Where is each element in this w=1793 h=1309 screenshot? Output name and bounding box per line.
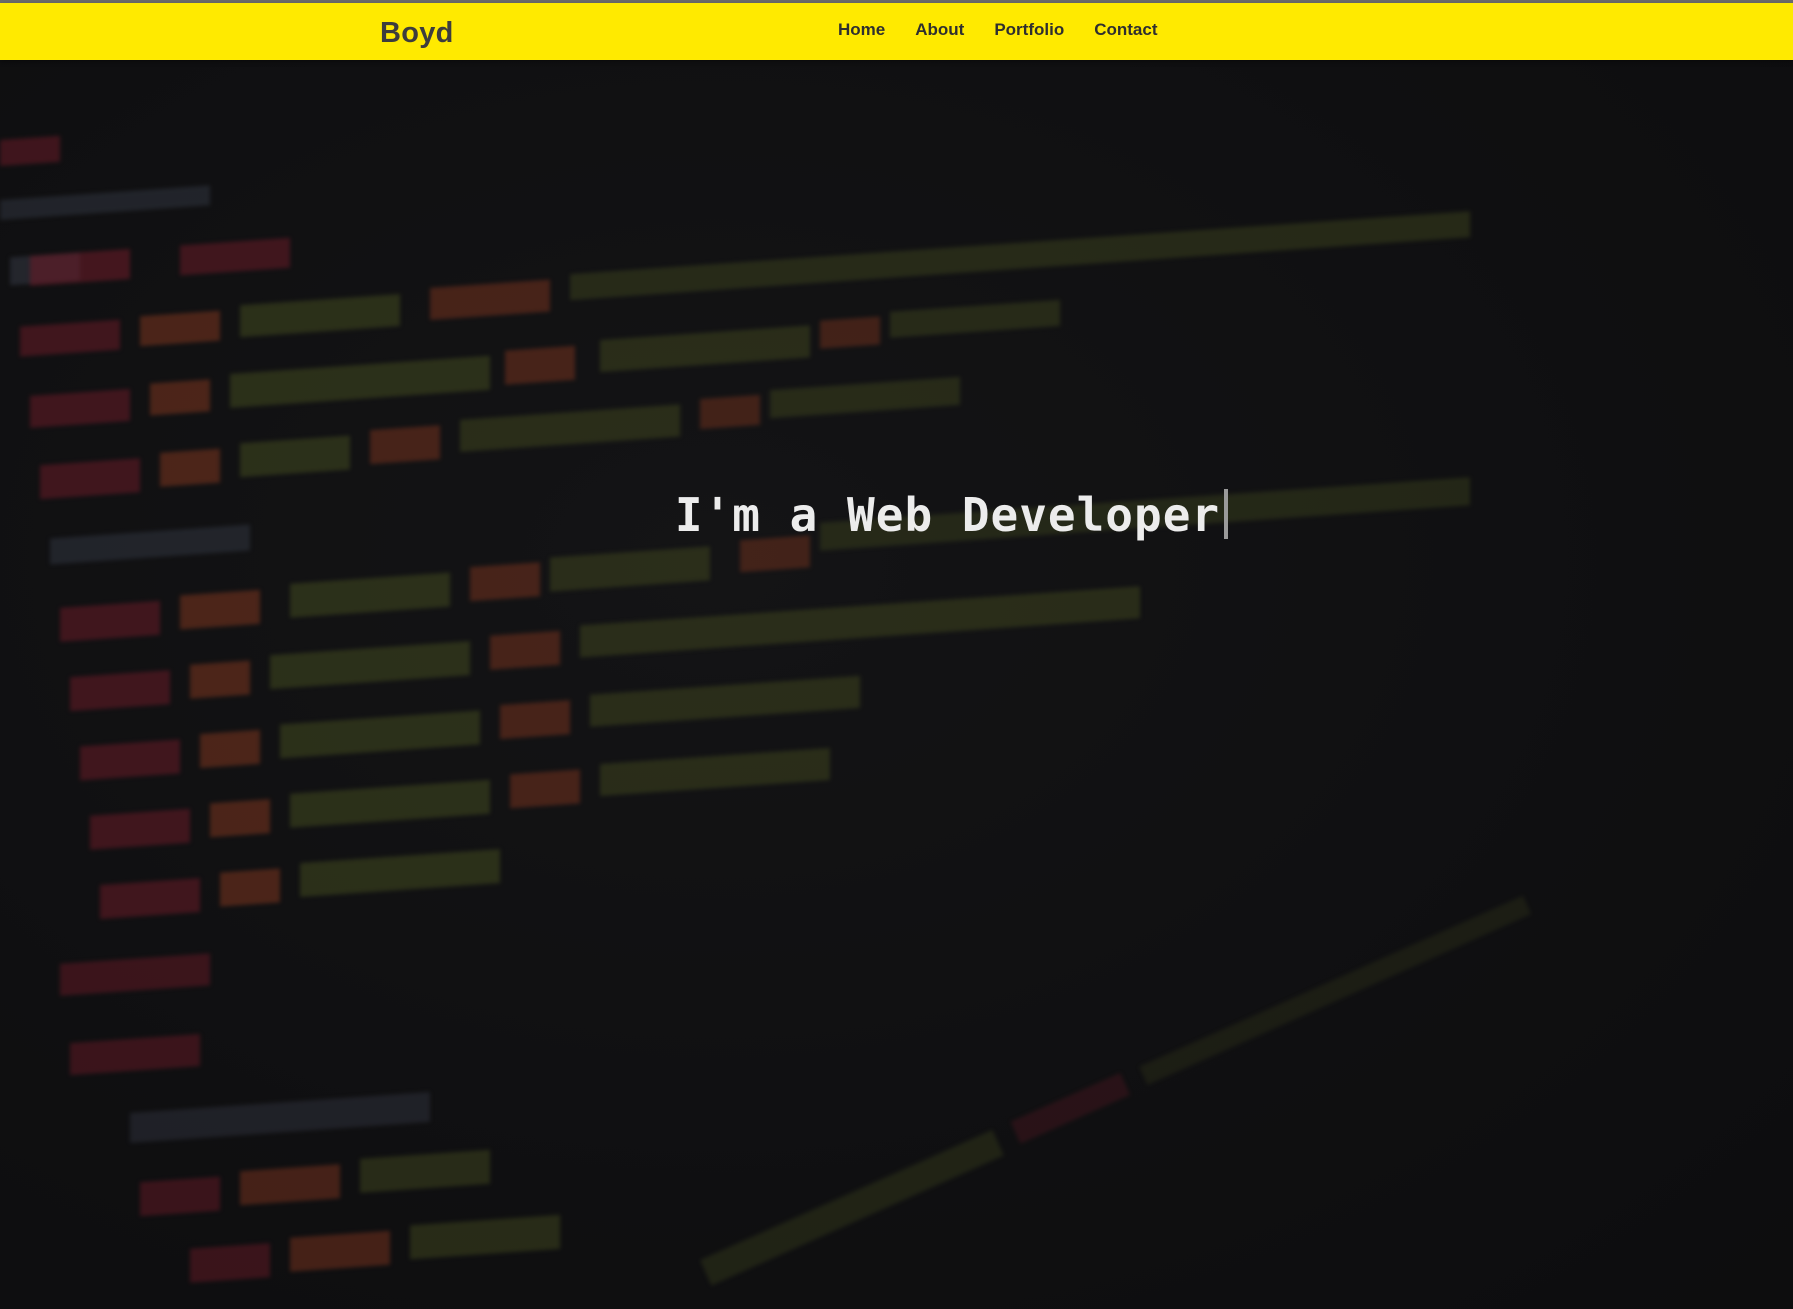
brand-logo[interactable]: Boyd bbox=[380, 17, 454, 50]
hero-banner bbox=[0, 60, 1793, 1309]
nav-link-portfolio[interactable]: Portfolio bbox=[994, 20, 1064, 39]
nav-menu: Home About Portfolio Contact bbox=[838, 20, 1188, 40]
hero-dark-overlay bbox=[0, 60, 1793, 1309]
nav-item-portfolio: Portfolio bbox=[994, 20, 1064, 40]
navbar: Boyd Home About Portfolio Contact bbox=[0, 3, 1793, 60]
typed-text: I'm a Web Developer bbox=[674, 488, 1221, 542]
nav-item-about: About bbox=[915, 20, 964, 40]
typing-cursor bbox=[1224, 489, 1229, 539]
nav-link-home[interactable]: Home bbox=[838, 20, 885, 39]
hero-headline: I'm a Web Developer bbox=[0, 488, 1793, 542]
nav-link-contact[interactable]: Contact bbox=[1094, 20, 1157, 39]
nav-link-about[interactable]: About bbox=[915, 20, 964, 39]
nav-item-home: Home bbox=[838, 20, 885, 40]
nav-item-contact: Contact bbox=[1094, 20, 1157, 40]
